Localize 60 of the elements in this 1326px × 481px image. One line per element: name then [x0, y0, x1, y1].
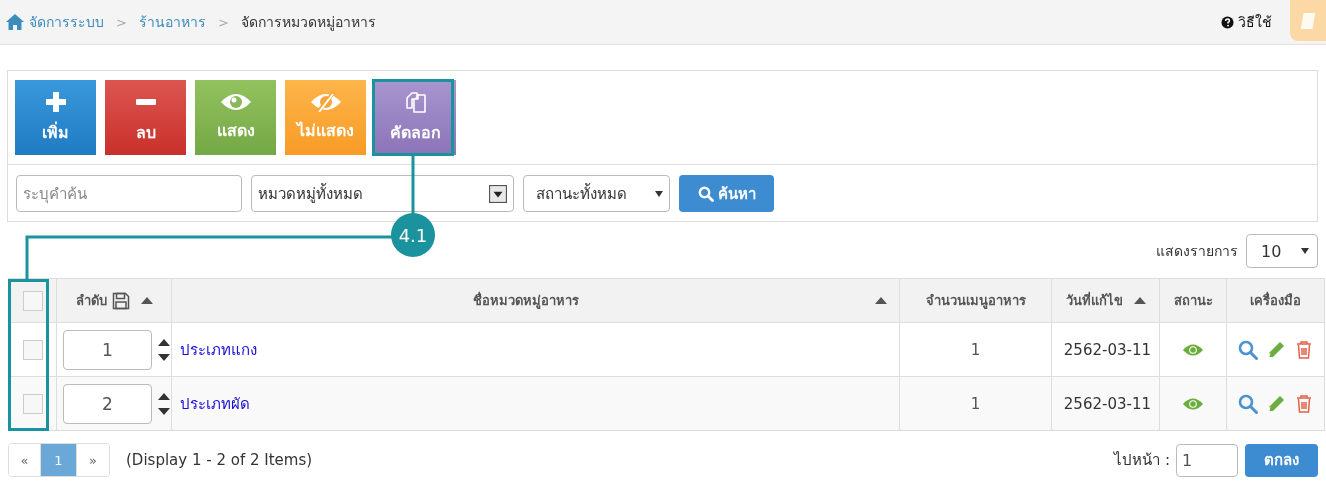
- toolbar-button[interactable]: คัดลอก: [375, 80, 456, 155]
- book-icon: [1299, 10, 1317, 31]
- caret-icon: [1301, 248, 1309, 254]
- category-link[interactable]: ประเภทแกง: [180, 340, 257, 359]
- eye-icon[interactable]: [1182, 397, 1204, 411]
- sort-arrow-icon[interactable]: [140, 297, 153, 304]
- copy-icon: [403, 90, 428, 114]
- eye-slash-icon: [309, 92, 342, 112]
- goto-page-field[interactable]: 1: [1176, 443, 1238, 477]
- search-icon: [697, 185, 714, 202]
- sort-arrow-icon[interactable]: [875, 297, 887, 304]
- status-select[interactable]: สถานะทั้งหมด: [523, 175, 670, 212]
- breadcrumb-separator: >: [217, 14, 229, 30]
- column-header[interactable]: จำนวนเมนูอาหาร: [899, 278, 1052, 323]
- breadcrumb-item: จัดการหมวดหมู่อาหาร: [240, 13, 376, 33]
- modified-date: 2562-03-11: [1063, 394, 1151, 413]
- dropdown-icon: [489, 184, 507, 203]
- breadcrumb-item[interactable]: จัดการระบบ: [29, 11, 104, 33]
- column-header[interactable]: สถานะ: [1159, 278, 1227, 323]
- row-checkbox[interactable]: [22, 393, 43, 414]
- eye-icon[interactable]: [1182, 343, 1204, 357]
- column-header[interactable]: ชื่อหมวดหมู่อาหาร: [171, 278, 900, 323]
- caret-icon: [655, 190, 663, 197]
- step-badge: 4.1: [391, 213, 435, 257]
- minus-icon: [135, 99, 156, 105]
- column-header[interactable]: ลำดับ: [56, 278, 172, 323]
- help-icon[interactable]: [1221, 15, 1234, 29]
- toolbar-button[interactable]: ลบ: [105, 80, 186, 155]
- sort-arrow-icon[interactable]: [1133, 297, 1146, 304]
- menu-count: 1: [970, 340, 981, 359]
- category-select[interactable]: หมวดหมู่ทั้งหมด: [251, 175, 514, 212]
- page-size-label: แสดงรายการ: [1156, 242, 1238, 261]
- goto-page-label: ไปหน้า :: [1114, 450, 1170, 471]
- search-field[interactable]: ระบุคำค้น: [16, 175, 242, 212]
- previous-page-button[interactable]: «: [9, 444, 41, 476]
- home-icon[interactable]: [5, 13, 25, 31]
- search-button[interactable]: ค้นหา: [679, 175, 774, 212]
- move-arrows-icon[interactable]: [158, 337, 170, 362]
- search-icon[interactable]: [1237, 339, 1258, 360]
- category-link[interactable]: ประเภทผัด: [180, 394, 250, 413]
- search-icon[interactable]: [1237, 393, 1258, 414]
- breadcrumb-item[interactable]: ร้านอาหาร: [138, 11, 206, 33]
- move-arrows-icon[interactable]: [158, 391, 170, 416]
- column-header[interactable]: เครื่องมือ: [1226, 278, 1325, 323]
- order-field[interactable]: 2: [63, 383, 152, 424]
- page-size-select[interactable]: 10: [1246, 234, 1318, 268]
- toolbar-button[interactable]: เพิ่ม: [15, 80, 96, 155]
- eye-icon: [219, 92, 252, 112]
- breadcrumb-separator: >: [116, 14, 127, 30]
- select-all-checkbox[interactable]: [22, 290, 43, 311]
- column-header[interactable]: วันที่แก้ไข: [1051, 278, 1160, 323]
- order-field[interactable]: 1: [63, 329, 152, 370]
- go-button[interactable]: ตกลง: [1245, 443, 1318, 477]
- plus-icon: [43, 90, 68, 114]
- row-checkbox[interactable]: [22, 339, 43, 360]
- help-link[interactable]: วิธีใช้: [1238, 11, 1272, 33]
- save-icon[interactable]: [111, 291, 130, 310]
- items-summary: (Display 1 - 2 of 2 Items): [126, 451, 313, 469]
- menu-count: 1: [970, 394, 981, 413]
- modified-date: 2562-03-11: [1063, 340, 1151, 359]
